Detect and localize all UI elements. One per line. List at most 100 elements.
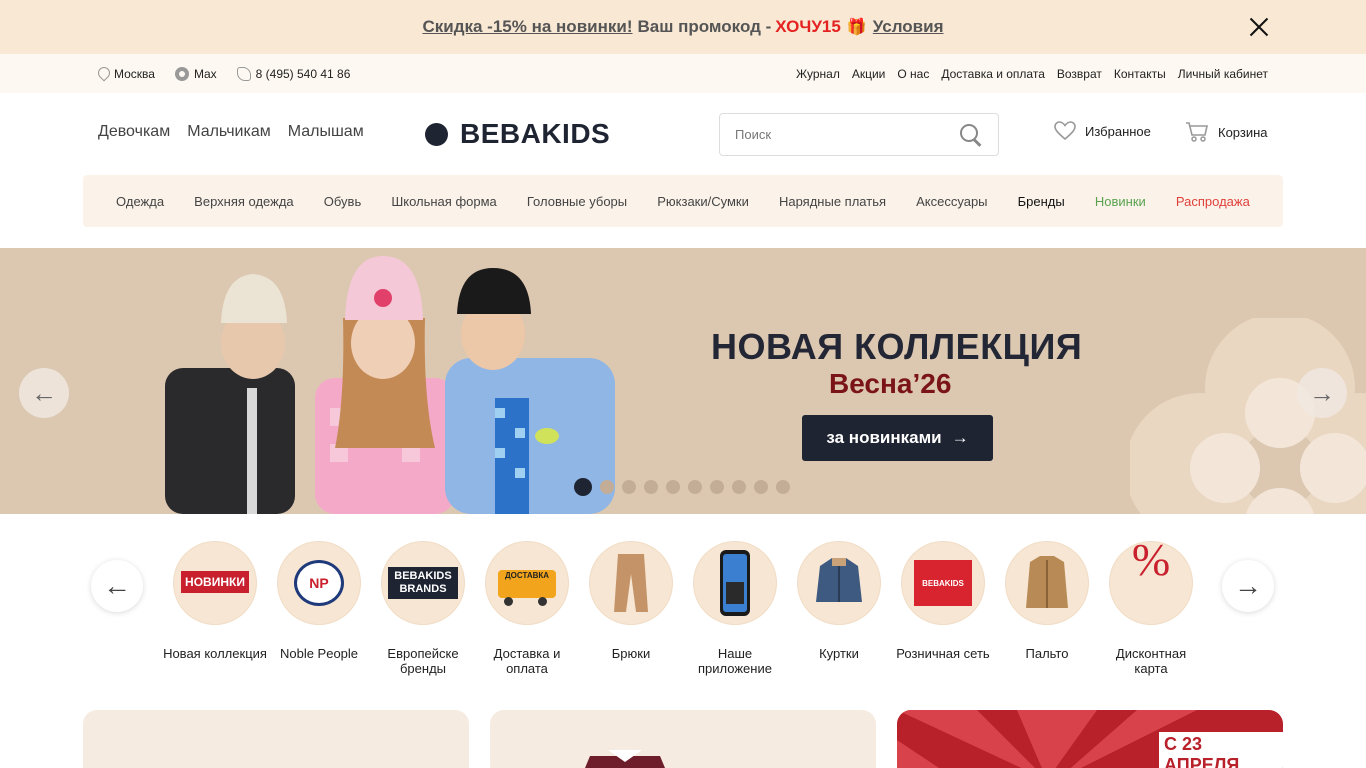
- hero-cta-label: за новинками: [826, 428, 942, 447]
- slider-dot[interactable]: [776, 480, 790, 494]
- story-item[interactable]: % Дисконтная карта: [1099, 542, 1203, 676]
- hero-cta-button[interactable]: за новинками →: [802, 415, 993, 461]
- promo-card[interactable]: [83, 710, 469, 768]
- close-icon[interactable]: [1248, 16, 1270, 38]
- util-link-about[interactable]: О нас: [897, 67, 929, 81]
- wheel-icon: [538, 597, 547, 606]
- util-link-account[interactable]: Личный кабинет: [1178, 67, 1268, 81]
- nav-item-sale[interactable]: Распродажа: [1176, 194, 1250, 209]
- hero-title: НОВАЯ КОЛЛЕКЦИЯ: [711, 326, 1083, 367]
- utility-bar: Москва Max 8 (495) 540 41 86 Журнал Акци…: [0, 54, 1366, 93]
- story-thumb: [798, 542, 880, 624]
- story-thumb-text: %: [1131, 542, 1171, 585]
- phone-icon: [236, 66, 251, 81]
- nav-item-outerwear[interactable]: Верхняя одежда: [194, 194, 293, 209]
- story-label: Дисконтная карта: [1115, 646, 1187, 676]
- terms-link[interactable]: Условия: [873, 17, 944, 37]
- phone-link[interactable]: 8 (495) 540 41 86: [236, 66, 350, 81]
- story-label: Розничная сеть: [896, 646, 990, 661]
- cart-icon: [1185, 121, 1209, 143]
- nav-item-headwear[interactable]: Головные уборы: [527, 194, 627, 209]
- jacket-icon: [816, 558, 862, 602]
- util-link-returns[interactable]: Возврат: [1057, 67, 1102, 81]
- stories-prev-button[interactable]: ←: [91, 560, 143, 612]
- util-link-delivery[interactable]: Доставка и оплата: [941, 67, 1045, 81]
- story-item[interactable]: НОВИНКИ Новая коллекция: [163, 542, 267, 661]
- story-item[interactable]: Наше приложение: [683, 542, 787, 676]
- slider-dot[interactable]: [600, 480, 614, 494]
- story-item[interactable]: Пальто: [995, 542, 1099, 661]
- promo-card[interactable]: [490, 710, 876, 768]
- story-thumb: [1006, 542, 1088, 624]
- promo-card[interactable]: С 23 АПРЕЛЯ: [897, 710, 1283, 768]
- logo-text: BEBAKIDS: [460, 118, 611, 149]
- stories-next-button[interactable]: →: [1222, 560, 1274, 612]
- nav-item-shoes[interactable]: Обувь: [324, 194, 361, 209]
- slider-dot[interactable]: [688, 480, 702, 494]
- cart-label: Корзина: [1218, 124, 1268, 140]
- story-label: Наше приложение: [698, 646, 772, 676]
- story-thumb: ДОСТАВКА: [486, 542, 568, 624]
- search-input[interactable]: [720, 114, 940, 155]
- gift-icon: 🎁: [846, 19, 867, 36]
- slider-dot[interactable]: [666, 480, 680, 494]
- slider-dot[interactable]: [732, 480, 746, 494]
- slider-dot[interactable]: [574, 478, 592, 496]
- story-item[interactable]: BEBAKIDS BRANDS Европейске бренды: [371, 542, 475, 676]
- city-selector[interactable]: Москва: [97, 67, 155, 81]
- nav-item-accessories[interactable]: Аксессуары: [916, 194, 987, 209]
- category-babies[interactable]: Малышам: [288, 123, 364, 141]
- nav-item-dresses[interactable]: Нарядные платья: [779, 194, 886, 209]
- story-thumb-text: BEBAKIDS BRANDS: [388, 567, 458, 599]
- nav-item-school-uniform[interactable]: Школьная форма: [391, 194, 496, 209]
- story-thumb: BEBAKIDS BRANDS: [382, 542, 464, 624]
- phone-app-icon: [720, 550, 750, 616]
- promo-code: ХОЧУ15: [775, 17, 841, 36]
- logo-dot: [425, 122, 448, 146]
- story-item[interactable]: Брюки: [579, 542, 683, 661]
- category-girls[interactable]: Девочкам: [98, 123, 170, 141]
- story-thumb: НОВИНКИ: [174, 542, 256, 624]
- promo-text: Ваш промокод -: [637, 17, 772, 36]
- nav-item-backpacks[interactable]: Рюкзаки/Сумки: [657, 194, 749, 209]
- coat-icon: [1026, 556, 1068, 608]
- story-label: Куртки: [819, 646, 859, 661]
- favorites-link[interactable]: Избранное: [1054, 121, 1151, 141]
- location-pin-icon: [97, 67, 109, 81]
- story-thumb-text: BEBAKIDS: [914, 560, 972, 606]
- story-thumb-text: НОВИНКИ: [181, 571, 249, 593]
- hero-prev-button[interactable]: ←: [19, 368, 69, 418]
- hero-next-button[interactable]: →: [1297, 368, 1347, 418]
- favorites-label: Избранное: [1085, 123, 1151, 139]
- story-thumb: [694, 542, 776, 624]
- slider-dot[interactable]: [644, 480, 658, 494]
- hero-banner[interactable]: НОВАЯ КОЛЛЕКЦИЯ Весна’26 за новинками → …: [0, 248, 1366, 514]
- story-label: Брюки: [611, 646, 651, 661]
- slider-dot[interactable]: [622, 480, 636, 494]
- nav-item-clothing[interactable]: Одежда: [116, 194, 164, 209]
- story-item[interactable]: BEBAKIDS Розничная сеть: [891, 542, 995, 661]
- cart-link[interactable]: Корзина: [1185, 121, 1268, 143]
- slider-dot[interactable]: [754, 480, 768, 494]
- arrow-left-icon: ←: [31, 377, 57, 408]
- story-item[interactable]: Куртки: [787, 542, 891, 661]
- search-icon[interactable]: [960, 124, 980, 144]
- date-badge: С 23 АПРЕЛЯ: [1159, 732, 1283, 768]
- search-box: [719, 113, 999, 156]
- util-link-journal[interactable]: Журнал: [796, 67, 840, 81]
- logo[interactable]: BEBAKIDS: [425, 118, 610, 150]
- category-boys[interactable]: Мальчикам: [187, 123, 271, 141]
- stories-row: ← НОВИНКИ Новая коллекция NP Noble Peopl…: [0, 540, 1366, 680]
- story-thumb: NP: [278, 542, 360, 624]
- max-messenger-link[interactable]: Max: [174, 66, 217, 81]
- heart-icon: [1054, 121, 1076, 141]
- story-item[interactable]: NP Noble People: [267, 542, 371, 661]
- nav-item-brands[interactable]: Бренды: [1018, 194, 1065, 209]
- discount-link[interactable]: Скидка -15% на новинки!: [422, 17, 632, 37]
- slider-dots: [574, 478, 790, 496]
- story-item[interactable]: ДОСТАВКА Доставка и оплата: [475, 542, 579, 676]
- util-link-contacts[interactable]: Контакты: [1114, 67, 1166, 81]
- slider-dot[interactable]: [710, 480, 724, 494]
- util-link-promotions[interactable]: Акции: [852, 67, 886, 81]
- nav-item-new[interactable]: Новинки: [1095, 194, 1146, 209]
